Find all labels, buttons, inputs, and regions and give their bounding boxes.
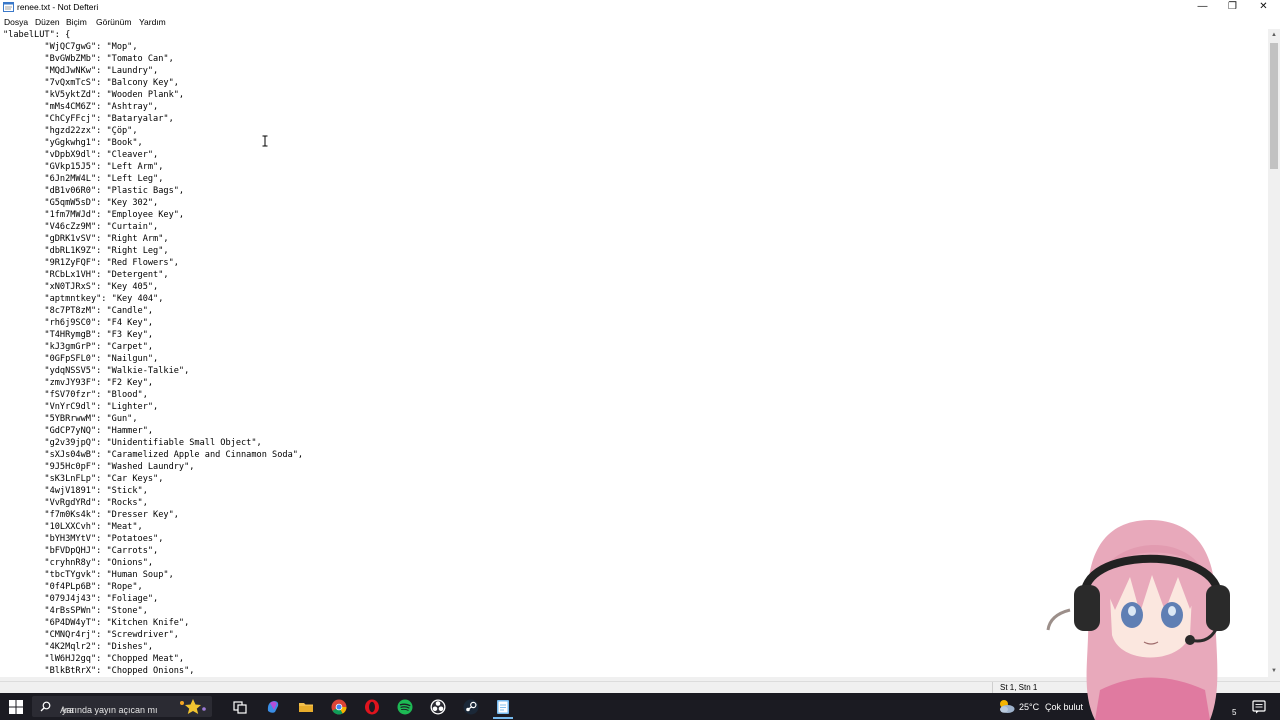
text-line: "1fm7MWJd": "Employee Key", — [3, 210, 185, 220]
obs-icon[interactable] — [429, 698, 447, 716]
weather-temperature: 25°C — [1019, 702, 1040, 712]
text-line: "f7m0Ks4k": "Dresser Key", — [3, 510, 179, 520]
text-line: "tbcTYgvk": "Human Soup", — [3, 570, 174, 580]
menu-edit[interactable]: Düzen — [35, 17, 60, 27]
menu-file[interactable]: Dosya — [4, 17, 28, 27]
text-line: "079J4j43": "Foliage", — [3, 594, 159, 604]
text-line: "CMNQr4rj": "Screwdriver", — [3, 630, 179, 640]
text-line: "bYH3MYtV": "Potatoes", — [3, 534, 164, 544]
close-button[interactable]: ✕ — [1248, 0, 1279, 15]
text-line: "MQdJwNKw": "Laundry", — [3, 66, 159, 76]
minimize-button[interactable]: — — [1187, 0, 1218, 15]
active-app-indicator — [493, 717, 513, 719]
text-line: "VvRgdYRd": "Rocks", — [3, 498, 148, 508]
text-line: "VnYrC9dl": "Lighter", — [3, 402, 159, 412]
text-line: "0f4PLp6B": "Rope", — [3, 582, 143, 592]
notepad-icon — [3, 2, 14, 12]
text-line: "V46cZz9M": "Curtain", — [3, 222, 159, 232]
ibeam-cursor-icon — [262, 135, 268, 147]
search-icon — [40, 701, 51, 712]
text-line: "mMs4CM6Z": "Ashtray", — [3, 102, 159, 112]
menu-view[interactable]: Görünüm — [96, 17, 131, 27]
text-line: "4K2Mqlr2": "Dishes", — [3, 642, 154, 652]
opera-icon[interactable] — [363, 698, 381, 716]
text-line: "sXJs04wB": "Caramelized Apple and Cinna… — [3, 450, 304, 460]
notepad-taskbar-icon[interactable] — [494, 698, 512, 716]
text-line: "8c7PT8zM": "Candle", — [3, 306, 154, 316]
stream-chat-overlay-text: yarında yayın açıcan mı — [62, 705, 158, 715]
text-line: "lW6HJ2gq": "Chopped Meat", — [3, 654, 185, 664]
chrome-icon[interactable] — [330, 698, 348, 716]
text-line: "7vQxmTcS": "Balcony Key", — [3, 78, 179, 88]
text-line: "rh6j9SC0": "F4 Key", — [3, 318, 154, 328]
text-line: "RCbLx1VH": "Detergent", — [3, 270, 169, 280]
text-line: "fSV70fzr": "Blood", — [3, 390, 148, 400]
text-line: "5YBRrwwM": "Gun", — [3, 414, 138, 424]
text-line: "BvGWbZMb": "Tomato Can", — [3, 54, 174, 64]
menu-help[interactable]: Yardım — [139, 17, 166, 27]
scrollbar-thumb[interactable] — [1270, 43, 1278, 169]
text-line: "yGgkwhg1": "Book", — [3, 138, 143, 148]
menu-format[interactable]: Biçim — [66, 17, 87, 27]
text-line: "g2v39jpQ": "Unidentifiable Small Object… — [3, 438, 262, 448]
text-line: "ChCyFFcj": "Bataryalar", — [3, 114, 174, 124]
maximize-button[interactable]: ❐ — [1217, 0, 1248, 15]
windows-start-icon[interactable] — [7, 698, 25, 716]
text-line: "sK3LnFLp": "Car Keys", — [3, 474, 164, 484]
text-line: "T4HRymgB": "F3 Key", — [3, 330, 154, 340]
text-line: "dbRL1K9Z": "Right Leg", — [3, 246, 169, 256]
text-line: "labelLUT": { — [3, 30, 71, 40]
copilot-icon[interactable] — [264, 698, 282, 716]
scroll-down-arrow-icon[interactable]: ▼ — [1268, 665, 1280, 677]
text-line: "vDpbX9dl": "Cleaver", — [3, 150, 159, 160]
text-line: "dB1v06R0": "Plastic Bags", — [3, 186, 185, 196]
search-highlight-stars-icon — [180, 699, 206, 714]
vertical-scrollbar[interactable]: ▲ ▼ — [1268, 29, 1280, 677]
text-line: "9R1ZyFQF": "Red Flowers", — [3, 258, 179, 268]
text-line: "xN0TJRxS": "Key 405", — [3, 282, 159, 292]
title-bar[interactable]: renee.txt - Not Defteri — ❐ ✕ — [0, 0, 1280, 15]
spotify-icon[interactable] — [396, 698, 414, 716]
text-line: "ydqNSSV5": "Walkie-Talkie", — [3, 366, 190, 376]
text-line: "6Jn2MW4L": "Left Leg", — [3, 174, 164, 184]
weather-cloud-sun-icon[interactable] — [996, 697, 1016, 715]
streamer-avatar-overlay — [1046, 520, 1230, 720]
menu-bar: Dosya Düzen Biçim Görünüm Yardım — [0, 15, 1280, 29]
text-line: "kV5yktZd": "Wooden Plank", — [3, 90, 185, 100]
text-line: "0GFpSFL0": "Nailgun", — [3, 354, 159, 364]
window-title: renee.txt - Not Defteri — [17, 2, 99, 12]
task-view-icon[interactable] — [231, 698, 249, 716]
text-line: "GVkp15J5": "Left Arm", — [3, 162, 164, 172]
text-line: "G5qmW5sD": "Key 302", — [3, 198, 159, 208]
text-line: "zmvJY93F": "F2 Key", — [3, 378, 154, 388]
text-line: "hgzd22zx": "Çöp", — [3, 126, 138, 136]
scroll-up-arrow-icon[interactable]: ▲ — [1268, 29, 1280, 41]
text-line: "bFVDpQHJ": "Carrots", — [3, 546, 159, 556]
text-line: "9J5Hc0pF": "Washed Laundry", — [3, 462, 195, 472]
cursor-position: St 1, Stn 1 — [1000, 683, 1038, 692]
steam-icon[interactable] — [462, 698, 480, 716]
text-line: "aptmntkey": "Key 404", — [3, 294, 164, 304]
text-line: "4wjV1891": "Stick", — [3, 486, 148, 496]
text-line: "cryhnR8y": "Onions", — [3, 558, 154, 568]
text-line: "BlkBtRrX": "Chopped Onions", — [3, 666, 195, 676]
text-line: "WjQC7gwG": "Mop", — [3, 42, 138, 52]
text-line: "kJ3gmGrP": "Carpet", — [3, 342, 154, 352]
text-line: "GdCP7yNQ": "Hammer", — [3, 426, 154, 436]
text-line: "6P4DW4yT": "Kitchen Knife", — [3, 618, 190, 628]
text-line: "gDRK1vSV": "Right Arm", — [3, 234, 169, 244]
text-line: "10LXXCvh": "Meat", — [3, 522, 143, 532]
file-explorer-icon[interactable] — [297, 698, 315, 716]
text-line: "4rBsSPWn": "Stone", — [3, 606, 148, 616]
